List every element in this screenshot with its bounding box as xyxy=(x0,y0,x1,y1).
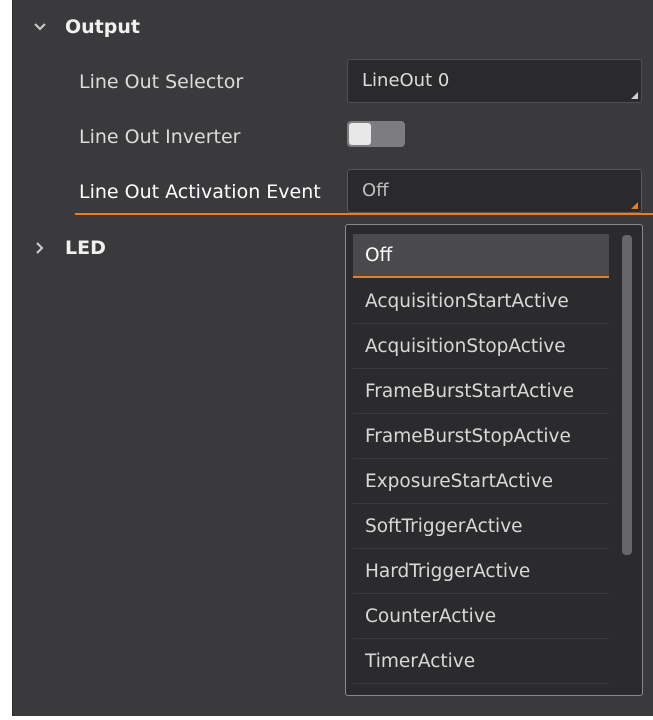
line-out-inverter-row: Line Out Inverter xyxy=(13,110,653,164)
line-out-selector-row: Line Out Selector LineOut 0 xyxy=(13,55,653,109)
output-group-title: Output xyxy=(65,16,140,38)
line-out-selector-value: LineOut 0 xyxy=(362,70,450,91)
led-group-header[interactable]: LED xyxy=(13,228,106,268)
line-out-activation-event-label: Line Out Activation Event xyxy=(79,181,321,203)
dropdown-option[interactable]: ExposureStartActive xyxy=(353,460,609,504)
dropdown-option[interactable]: CounterActive xyxy=(353,595,609,639)
toggle-knob xyxy=(349,123,371,145)
chevron-right-icon[interactable] xyxy=(31,239,49,257)
line-out-activation-event-select[interactable]: Off xyxy=(347,169,642,213)
dropdown-scrollbar[interactable] xyxy=(622,235,632,685)
dropdown-corner-icon xyxy=(631,202,638,209)
row-focus-underline xyxy=(75,213,653,215)
line-out-activation-event-value: Off xyxy=(362,180,389,201)
dropdown-option[interactable]: AcquisitionStopActive xyxy=(353,325,609,369)
line-out-inverter-toggle[interactable] xyxy=(347,121,405,147)
dropdown-option[interactable]: TimerActive xyxy=(353,640,609,684)
dropdown-option[interactable]: HardTriggerActive xyxy=(353,550,609,594)
dropdown-option[interactable]: FrameBurstStartActive xyxy=(353,370,609,414)
chevron-down-icon[interactable] xyxy=(31,18,49,36)
line-out-selector-select[interactable]: LineOut 0 xyxy=(347,59,642,103)
activation-event-dropdown-list[interactable]: Off AcquisitionStartActive AcquisitionSt… xyxy=(345,224,643,696)
output-group-header[interactable]: Output xyxy=(13,7,140,47)
dropdown-option[interactable]: AcquisitionStartActive xyxy=(353,280,609,324)
dropdown-corner-icon xyxy=(631,92,638,99)
dropdown-scrollbar-thumb[interactable] xyxy=(622,235,632,555)
line-out-selector-label: Line Out Selector xyxy=(79,71,244,93)
line-out-inverter-label: Line Out Inverter xyxy=(79,126,241,148)
dropdown-option[interactable]: SoftTriggerActive xyxy=(353,505,609,549)
line-out-activation-event-row: Line Out Activation Event Off xyxy=(13,165,653,219)
dropdown-option[interactable]: Off xyxy=(353,234,609,278)
dropdown-option[interactable]: FrameBurstStopActive xyxy=(353,415,609,459)
led-group-title: LED xyxy=(65,237,106,259)
